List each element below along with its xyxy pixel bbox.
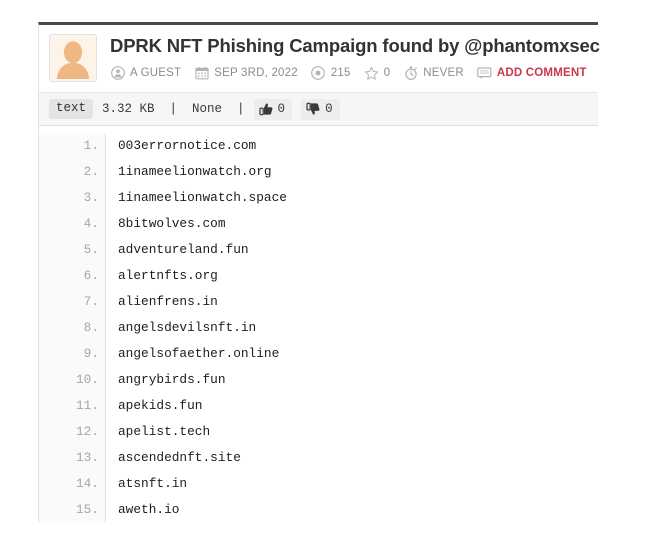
user-circle-icon [110, 66, 125, 81]
code-line: ascendednft.site [118, 450, 241, 465]
line-number: 7. [83, 294, 99, 309]
thumbs-up-icon [258, 102, 274, 117]
paste-toolbar: text 3.32 KB | None | 0 0 [39, 92, 598, 126]
code-lines[interactable]: 003errornotice.com 1inameelionwatch.org … [106, 133, 598, 523]
code-line: apekids.fun [118, 398, 203, 413]
code-line: 003errornotice.com [118, 138, 257, 153]
meta-views-label: 215 [330, 67, 351, 79]
code-line: 8bitwolves.com [118, 216, 226, 231]
line-number-gutter: 1. 2. 3. 4. 5. 6. 7. 8. 9. 10. 11. 12. 1… [39, 133, 106, 523]
meta-add-comment[interactable]: ADD COMMENT [477, 66, 587, 81]
thumbs-down-icon [306, 102, 321, 117]
default-user-avatar-icon [52, 37, 94, 79]
line-number: 12. [75, 424, 99, 439]
line-number: 5. [83, 242, 99, 257]
code-line: angelsdevilsnft.in [118, 320, 257, 335]
code-line: atsnft.in [118, 476, 188, 491]
code-line: angelsofaether.online [118, 346, 280, 361]
line-number: 13. [75, 450, 99, 465]
star-icon [364, 66, 379, 81]
avatar[interactable] [49, 34, 97, 82]
line-number: 3. [83, 190, 99, 205]
meta-date-label: SEP 3RD, 2022 [214, 67, 298, 79]
code-line: 1inameelionwatch.space [118, 190, 287, 205]
meta-date: SEP 3RD, 2022 [194, 66, 298, 81]
paste-panel: DPRK NFT Phishing Campaign found by @pha… [38, 22, 600, 523]
meta-favorites[interactable]: 0 [364, 66, 391, 81]
stopwatch-icon [403, 66, 418, 81]
paste-meta-row: A GUEST SEP 3RD, 2022 215 0 NEVER ADD CO… [110, 64, 598, 82]
meta-favorites-label: 0 [383, 67, 391, 79]
code-line: alertnfts.org [118, 268, 218, 283]
code-line: angrybirds.fun [118, 372, 226, 387]
like-count: 0 [277, 102, 286, 116]
paste-code-area: 1. 2. 3. 4. 5. 6. 7. 8. 9. 10. 11. 12. 1… [39, 126, 598, 523]
calendar-icon [194, 66, 209, 81]
like-button[interactable]: 0 [253, 98, 293, 120]
code-line: 1inameelionwatch.org [118, 164, 272, 179]
meta-views: 215 [311, 66, 351, 81]
line-number: 9. [83, 346, 99, 361]
line-number: 1. [83, 138, 99, 153]
meta-author[interactable]: A GUEST [110, 66, 181, 81]
dislike-count: 0 [325, 102, 333, 116]
line-number: 11. [75, 398, 99, 413]
meta-expiry: NEVER [403, 66, 464, 81]
meta-add-comment-label: ADD COMMENT [496, 67, 587, 79]
meta-author-label: A GUEST [130, 67, 182, 79]
line-number: 4. [83, 216, 99, 231]
eye-icon [311, 66, 326, 81]
code-line: apelist.tech [118, 424, 211, 439]
line-number: 8. [83, 320, 99, 335]
line-number: 6. [83, 268, 99, 283]
line-number: 10. [75, 372, 99, 387]
code-line: adventureland.fun [118, 242, 249, 257]
format-chip[interactable]: text [49, 99, 94, 119]
comment-icon [477, 66, 492, 81]
paste-header: DPRK NFT Phishing Campaign found by @pha… [39, 25, 600, 92]
code-line: aweth.io [118, 502, 180, 517]
line-number: 15. [75, 502, 99, 517]
dislike-button[interactable]: 0 [301, 98, 340, 120]
page-root: DPRK NFT Phishing Campaign found by @pha… [0, 0, 660, 536]
line-number: 14. [75, 476, 99, 491]
line-number: 2. [83, 164, 99, 179]
code-line: alienfrens.in [118, 294, 218, 309]
header-text: DPRK NFT Phishing Campaign found by @pha… [110, 34, 600, 82]
meta-expiry-label: NEVER [423, 67, 464, 79]
paste-info-label: 3.32 KB | None | [102, 102, 245, 116]
page-title: DPRK NFT Phishing Campaign found by @pha… [110, 35, 600, 56]
